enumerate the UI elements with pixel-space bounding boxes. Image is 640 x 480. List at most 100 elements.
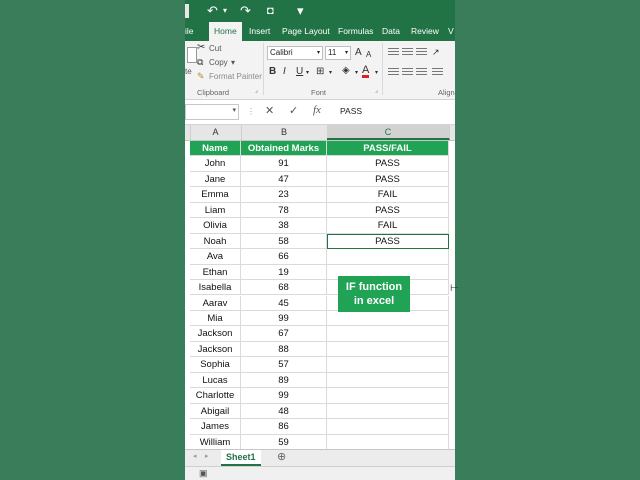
align-middle-icon[interactable] bbox=[402, 48, 413, 57]
cell-result[interactable]: PASS bbox=[327, 156, 449, 172]
cell-result[interactable] bbox=[327, 388, 449, 404]
tab-home[interactable]: Home bbox=[209, 22, 242, 41]
name-box[interactable]: ▾ bbox=[185, 104, 239, 120]
format-painter-icon[interactable]: ✎ bbox=[197, 70, 205, 82]
column-header-c[interactable]: C bbox=[327, 125, 450, 140]
cell-result[interactable] bbox=[327, 341, 449, 358]
copy-icon[interactable]: ⧉ bbox=[197, 56, 203, 68]
tab-data[interactable]: Data bbox=[382, 22, 400, 41]
enter-icon[interactable]: ✓ bbox=[289, 104, 298, 117]
add-sheet-icon[interactable]: ⊕ bbox=[277, 450, 286, 463]
fill-color-icon[interactable]: ◈ bbox=[342, 65, 350, 77]
undo-dropdown-icon[interactable]: ▾ bbox=[223, 3, 227, 19]
cell-result[interactable] bbox=[327, 249, 449, 265]
cell-marks[interactable]: 57 bbox=[241, 357, 327, 373]
cell-result[interactable] bbox=[327, 403, 449, 420]
font-color-dropdown-icon[interactable]: ▾ bbox=[375, 67, 378, 79]
copy-button[interactable]: Copy bbox=[209, 58, 228, 67]
cell-marks[interactable]: 91 bbox=[241, 156, 327, 172]
font-name-dropdown-icon[interactable]: ▾ bbox=[317, 47, 320, 59]
grow-font-icon[interactable]: A bbox=[355, 47, 362, 59]
cell-name[interactable]: Jackson bbox=[190, 341, 241, 358]
paste-icon[interactable] bbox=[187, 47, 197, 63]
sheet-tab-sheet1[interactable]: Sheet1 bbox=[221, 450, 261, 466]
cell-name[interactable]: Liam bbox=[190, 202, 241, 219]
sheet-scroll-left-icon[interactable]: ◂ bbox=[193, 452, 197, 460]
cell-result[interactable] bbox=[327, 419, 449, 435]
cell-name[interactable]: Isabella bbox=[190, 280, 241, 296]
cell-result[interactable]: FAIL bbox=[327, 218, 449, 234]
cell-name[interactable]: Jackson bbox=[190, 326, 241, 342]
tab-review[interactable]: Review bbox=[411, 22, 439, 41]
column-header-a[interactable]: A bbox=[190, 125, 242, 140]
clipboard-launcher-icon[interactable]: ⌟ bbox=[255, 87, 258, 94]
cell-name[interactable]: Ethan bbox=[190, 264, 241, 281]
font-size-box[interactable]: 11 ▾ bbox=[325, 46, 351, 60]
macro-record-icon[interactable]: ▣ bbox=[199, 468, 208, 479]
cell-marks[interactable]: 48 bbox=[241, 403, 327, 420]
cell-name[interactable]: Olivia bbox=[190, 218, 241, 234]
camera-icon[interactable]: ◘ bbox=[267, 3, 274, 19]
borders-dropdown-icon[interactable]: ▾ bbox=[329, 67, 332, 79]
italic-button[interactable]: I bbox=[283, 66, 286, 78]
underline-dropdown-icon[interactable]: ▾ bbox=[306, 67, 309, 79]
align-top-icon[interactable] bbox=[388, 48, 399, 57]
format-painter-button[interactable]: Format Painter bbox=[209, 72, 262, 81]
indent-icon[interactable] bbox=[432, 68, 443, 77]
cell-name[interactable]: John bbox=[190, 156, 241, 172]
name-box-dropdown-icon[interactable]: ▾ bbox=[232, 106, 236, 114]
font-launcher-icon[interactable]: ⌟ bbox=[375, 87, 378, 94]
cell-marks[interactable]: 67 bbox=[241, 326, 327, 342]
font-color-button[interactable]: A bbox=[362, 65, 370, 78]
orientation-icon[interactable]: ↗ bbox=[432, 46, 440, 58]
cell-result[interactable] bbox=[327, 434, 449, 450]
bold-button[interactable]: B bbox=[269, 66, 276, 78]
shrink-font-icon[interactable]: A bbox=[366, 49, 371, 61]
cell-result[interactable] bbox=[327, 326, 449, 342]
cell-name[interactable]: Sophia bbox=[190, 357, 241, 373]
cell-marks[interactable]: 99 bbox=[241, 310, 327, 327]
undo-icon[interactable]: ↶ bbox=[207, 3, 218, 19]
formula-input[interactable]: PASS bbox=[340, 106, 362, 116]
column-header-b[interactable]: B bbox=[241, 125, 328, 140]
fill-color-dropdown-icon[interactable]: ▾ bbox=[355, 67, 358, 79]
cell-marks[interactable]: 78 bbox=[241, 202, 327, 219]
cell-name[interactable]: Mia bbox=[190, 310, 241, 327]
header-cell-result[interactable]: PASS/FAIL bbox=[327, 141, 449, 157]
cell-marks[interactable]: 99 bbox=[241, 388, 327, 404]
cell-result[interactable] bbox=[327, 310, 449, 327]
cell-marks[interactable]: 19 bbox=[241, 264, 327, 281]
cell-name[interactable]: Charlotte bbox=[190, 388, 241, 404]
underline-button[interactable]: U bbox=[296, 66, 303, 78]
cell-marks[interactable]: 68 bbox=[241, 280, 327, 296]
tab-insert[interactable]: Insert bbox=[249, 22, 270, 41]
cell-result[interactable] bbox=[327, 357, 449, 373]
cut-icon[interactable]: ✂ bbox=[197, 42, 205, 54]
cell-result[interactable]: PASS bbox=[327, 171, 449, 188]
cell-result[interactable]: FAIL bbox=[327, 187, 449, 203]
tab-file[interactable]: ile bbox=[185, 22, 194, 41]
cell-result[interactable]: PASS bbox=[327, 202, 449, 219]
cell-name[interactable]: Ava bbox=[190, 249, 241, 265]
redo-icon[interactable]: ↷ bbox=[240, 3, 251, 19]
tab-view[interactable]: V bbox=[448, 22, 454, 41]
tab-formulas[interactable]: Formulas bbox=[338, 22, 373, 41]
cell-name[interactable]: James bbox=[190, 419, 241, 435]
cell-name[interactable]: Lucas bbox=[190, 372, 241, 389]
copy-dropdown-icon[interactable]: ▾ bbox=[231, 58, 235, 67]
align-right-icon[interactable] bbox=[416, 68, 427, 77]
cell-result[interactable] bbox=[327, 372, 449, 389]
cell-name[interactable]: Emma bbox=[190, 187, 241, 203]
font-size-dropdown-icon[interactable]: ▾ bbox=[345, 47, 348, 59]
cell-marks[interactable]: 23 bbox=[241, 187, 327, 203]
tab-page-layout[interactable]: Page Layout bbox=[282, 22, 330, 41]
cell-name[interactable]: Abigail bbox=[190, 403, 241, 420]
cell-marks[interactable]: 38 bbox=[241, 218, 327, 234]
cell-marks[interactable]: 47 bbox=[241, 171, 327, 188]
sheet-scroll-right-icon[interactable]: ▸ bbox=[205, 452, 209, 460]
cell-marks[interactable]: 89 bbox=[241, 372, 327, 389]
font-name-box[interactable]: Calibri ▾ bbox=[267, 46, 323, 60]
cell-name[interactable]: Noah bbox=[190, 233, 241, 250]
cut-button[interactable]: Cut bbox=[209, 44, 221, 53]
cell-result[interactable]: PASS bbox=[327, 233, 449, 250]
